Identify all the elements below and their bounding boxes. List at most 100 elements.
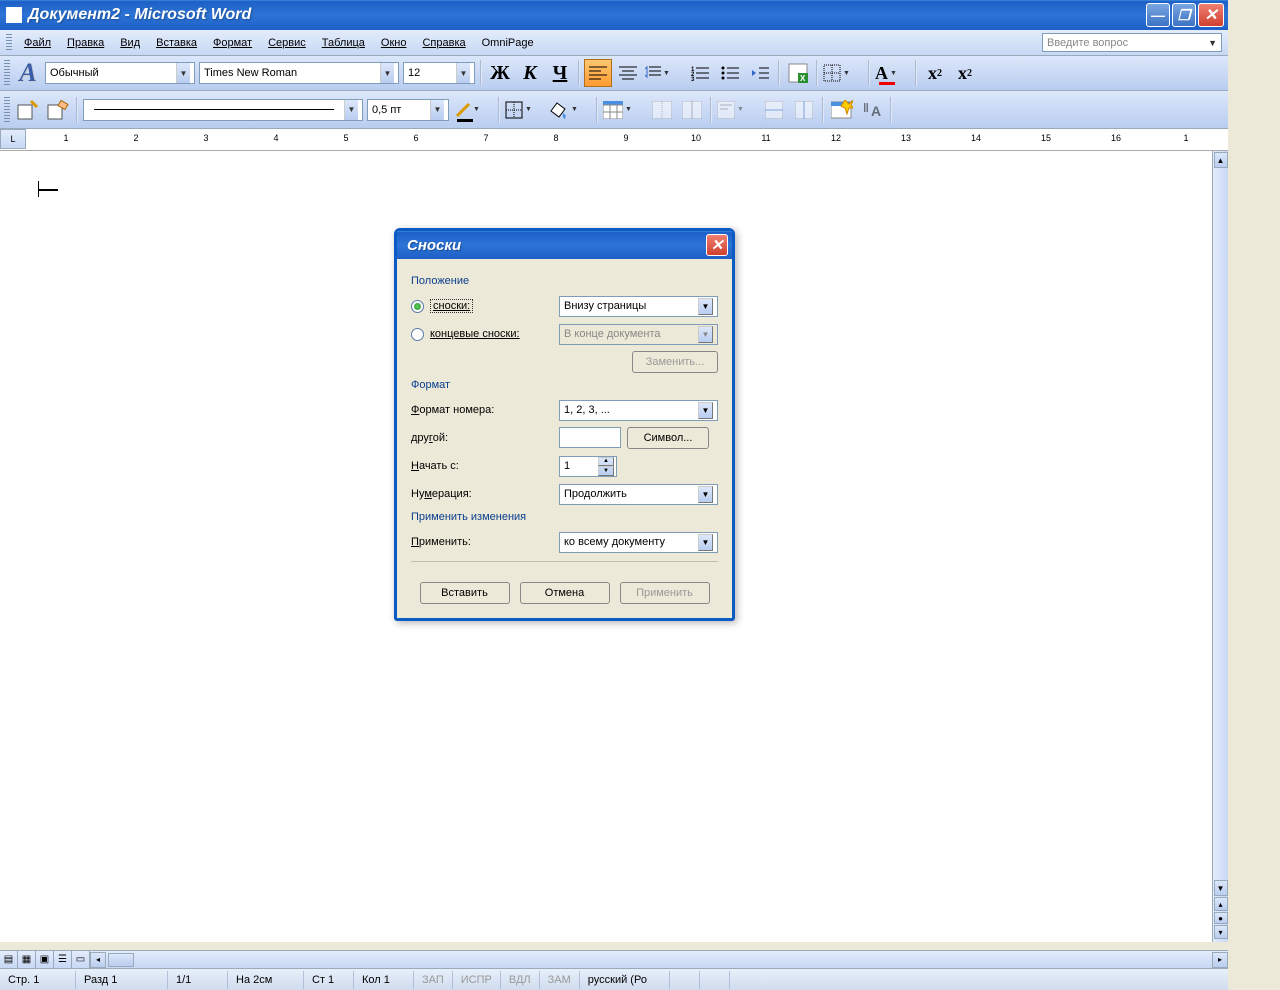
change-text-direction-button[interactable]: ‖A [858, 96, 886, 124]
border-color-button[interactable]: ▼ [452, 96, 494, 124]
scroll-right-icon[interactable]: ▸ [1212, 952, 1228, 968]
scroll-up-icon[interactable]: ▲ [1214, 152, 1228, 168]
dialog-titlebar[interactable]: Сноски ✕ [397, 231, 732, 259]
svg-text:3: 3 [691, 77, 695, 81]
underline-button[interactable]: Ч [546, 59, 574, 87]
separator [822, 97, 824, 123]
merge-cells-button[interactable] [648, 96, 676, 124]
subscript-button[interactable]: x2 [951, 59, 979, 87]
draw-table-button[interactable] [14, 96, 42, 124]
menu-table[interactable]: Таблица [314, 33, 373, 53]
font-combo[interactable]: Times New Roman ▼ [199, 62, 399, 84]
line-style-combo[interactable]: ▼ [83, 99, 363, 121]
menu-insert[interactable]: Вставка [148, 33, 205, 53]
shading-color-button[interactable]: ▼ [548, 96, 592, 124]
status-spelling-icon[interactable] [670, 971, 700, 989]
menu-window[interactable]: Окно [373, 33, 415, 53]
status-language[interactable]: русский (Ро [580, 971, 670, 989]
insert-table-button[interactable]: ▼ [602, 96, 646, 124]
print-layout-view-button[interactable]: ▣ [36, 951, 54, 968]
scroll-left-icon[interactable]: ◂ [90, 952, 106, 968]
start-at-value[interactable] [560, 457, 598, 476]
separator [411, 561, 718, 562]
distribute-rows-button[interactable] [760, 96, 788, 124]
footnotes-radio[interactable] [411, 300, 424, 313]
line-spacing-button[interactable]: ▼ [644, 59, 684, 87]
align-left-button[interactable] [584, 59, 612, 87]
spinner-up-icon[interactable]: ▲ [598, 457, 614, 467]
footnotes-location-select[interactable]: Внизу страницы ▼ [559, 296, 718, 317]
font-size-combo[interactable]: 12 ▼ [403, 62, 475, 84]
outline-view-button[interactable]: ☰ [54, 951, 72, 968]
reading-layout-view-button[interactable]: ▭ [72, 951, 90, 968]
borders-button[interactable]: ▼ [822, 59, 864, 87]
apply-button: Применить [620, 582, 710, 604]
italic-button[interactable]: К [516, 59, 544, 87]
endnotes-location-select: В конце документа ▼ [559, 324, 718, 345]
prev-page-icon[interactable]: ▴ [1214, 897, 1228, 911]
horizontal-ruler[interactable]: 123456789101112131415161 [26, 129, 1228, 149]
custom-mark-input[interactable] [559, 427, 621, 448]
toolbar-handle-icon[interactable] [4, 60, 10, 86]
superscript-button[interactable]: x2 [921, 59, 949, 87]
apply-to-select[interactable]: ко всему документу ▼ [559, 532, 718, 553]
normal-view-button[interactable]: ▤ [0, 951, 18, 968]
menu-format[interactable]: Формат [205, 33, 260, 53]
help-search-input[interactable]: Введите вопрос ▼ [1042, 33, 1222, 52]
apply-to-label: Применить: [411, 536, 471, 548]
cancel-button[interactable]: Отмена [520, 582, 610, 604]
cell-alignment-button[interactable]: ▼ [716, 96, 758, 124]
eraser-button[interactable] [44, 96, 72, 124]
bulleted-list-button[interactable] [716, 59, 744, 87]
line-weight-value: 0,5 пт [372, 104, 401, 116]
font-color-button[interactable]: A▼ [874, 59, 911, 87]
next-page-icon[interactable]: ▾ [1214, 925, 1228, 939]
menubar: Файл Правка Вид Вставка Формат Сервис Та… [0, 30, 1228, 56]
minimize-button[interactable]: — [1146, 3, 1170, 27]
number-format-select[interactable]: 1, 2, 3, ... ▼ [559, 400, 718, 421]
insert-button[interactable]: Вставить [420, 582, 510, 604]
menu-file[interactable]: Файл [16, 33, 59, 53]
distribute-columns-button[interactable] [790, 96, 818, 124]
menu-omnipage[interactable]: OmniPage [474, 33, 542, 53]
endnotes-radio[interactable] [411, 328, 424, 341]
menu-help[interactable]: Справка [414, 33, 473, 53]
status-save-icon[interactable] [700, 971, 730, 989]
bold-button[interactable]: Ж [486, 59, 514, 87]
start-at-spinner[interactable]: ▲ ▼ [559, 456, 617, 477]
style-combo[interactable]: Обычный ▼ [45, 62, 195, 84]
status-spacer [730, 971, 1228, 989]
status-ovr[interactable]: ЗАМ [540, 971, 580, 989]
align-center-button[interactable] [614, 59, 642, 87]
browse-object-icon[interactable]: ● [1214, 912, 1228, 924]
hscroll-thumb[interactable] [108, 953, 134, 967]
close-button[interactable]: ✕ [1198, 3, 1224, 27]
status-ext[interactable]: ВДЛ [501, 971, 540, 989]
numbered-list-button[interactable]: 123 [686, 59, 714, 87]
tab-selector-button[interactable]: L [0, 129, 26, 149]
insert-excel-button[interactable]: X [784, 59, 812, 87]
statusbar: Стр. 1 Разд 1 1/1 На 2см Ст 1 Кол 1 ЗАП … [0, 968, 1228, 990]
decrease-indent-button[interactable] [746, 59, 774, 87]
toolbar-handle-icon[interactable] [4, 97, 10, 123]
vertical-scrollbar[interactable]: ▲ ▼ ▴ ● ▾ [1212, 151, 1228, 942]
scroll-down-icon[interactable]: ▼ [1214, 880, 1228, 896]
status-rec[interactable]: ЗАП [414, 971, 453, 989]
symbol-button[interactable]: Символ... [627, 427, 709, 449]
status-trk[interactable]: ИСПР [453, 971, 501, 989]
styles-icon[interactable]: A [14, 59, 42, 87]
menu-edit[interactable]: Правка [59, 33, 112, 53]
outside-border-button[interactable]: ▼ [504, 96, 546, 124]
line-weight-combo[interactable]: 0,5 пт ▼ [367, 99, 449, 121]
split-cells-button[interactable] [678, 96, 706, 124]
menubar-handle-icon[interactable] [6, 34, 12, 52]
web-layout-view-button[interactable]: ▦ [18, 951, 36, 968]
spinner-down-icon[interactable]: ▼ [598, 466, 614, 476]
horizontal-scrollbar[interactable]: ◂ ▸ [90, 951, 1228, 968]
table-autoformat-button[interactable] [828, 96, 856, 124]
menu-tools[interactable]: Сервис [260, 33, 314, 53]
menu-view[interactable]: Вид [112, 33, 148, 53]
numbering-select[interactable]: Продолжить ▼ [559, 484, 718, 505]
dialog-close-button[interactable]: ✕ [706, 234, 728, 256]
maximize-button[interactable]: ❐ [1172, 3, 1196, 27]
